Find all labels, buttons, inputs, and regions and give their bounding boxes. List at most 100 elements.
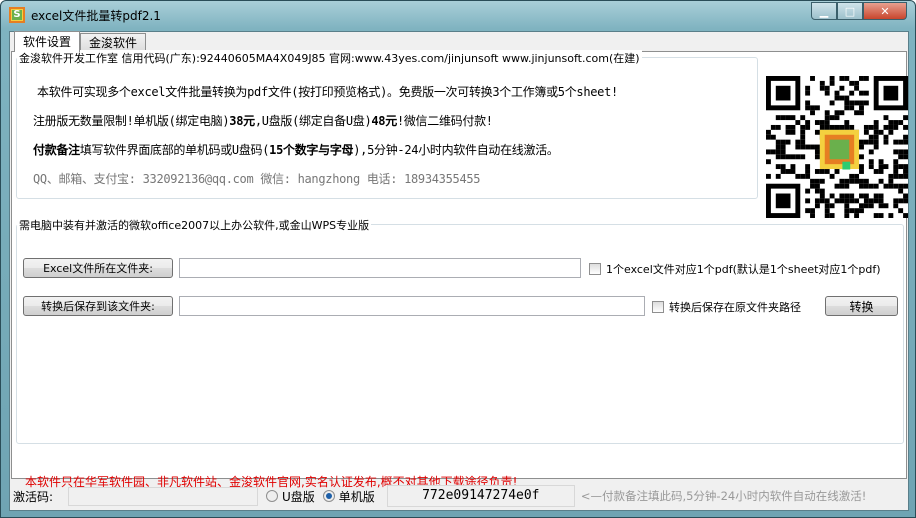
qr-module bbox=[863, 129, 869, 135]
save-original-checkbox[interactable]: 转换后保存在原文件夹路径 bbox=[652, 299, 801, 315]
qr-module bbox=[859, 208, 864, 214]
qr-module bbox=[898, 188, 904, 194]
qr-module bbox=[854, 213, 860, 218]
qr-module bbox=[859, 110, 864, 116]
qr-module bbox=[829, 100, 835, 106]
qr-module bbox=[824, 124, 830, 130]
qr-module bbox=[868, 198, 874, 204]
qr-module bbox=[810, 183, 815, 189]
qr-module bbox=[854, 173, 860, 179]
maximize-button[interactable]: □ bbox=[837, 2, 863, 20]
qr-module bbox=[805, 188, 811, 194]
convert-button[interactable]: 转换 bbox=[825, 296, 898, 316]
qr-module bbox=[834, 90, 840, 96]
qr-module bbox=[863, 193, 869, 199]
close-button[interactable]: ✕ bbox=[863, 2, 907, 20]
qr-module bbox=[878, 193, 884, 199]
qr-module bbox=[829, 203, 835, 209]
qr-module bbox=[805, 198, 811, 204]
qr-module bbox=[785, 139, 791, 145]
qr-module bbox=[775, 139, 781, 145]
save-folder-input[interactable] bbox=[179, 296, 645, 316]
qr-module bbox=[863, 90, 869, 96]
qr-module bbox=[805, 164, 811, 170]
qr-module bbox=[790, 129, 796, 135]
qr-module bbox=[849, 124, 855, 130]
excel-folder-input[interactable] bbox=[179, 258, 581, 278]
qr-module bbox=[849, 90, 855, 96]
qr-module bbox=[903, 198, 908, 204]
qr-module bbox=[819, 124, 825, 130]
qr-module bbox=[829, 80, 835, 86]
qr-module bbox=[888, 183, 894, 189]
qr-module bbox=[854, 110, 860, 116]
qr-module bbox=[883, 124, 889, 130]
qr-module bbox=[814, 198, 820, 204]
qr-module bbox=[775, 85, 791, 101]
qr-module bbox=[766, 134, 771, 140]
qr-module bbox=[844, 95, 850, 101]
qr-module bbox=[868, 159, 874, 165]
save-folder-button[interactable]: 转换后保存到该文件夹: bbox=[23, 296, 173, 316]
requirement-text: 需电脑中装有并激活的微软office2007以上办公软件,或金山WPS专业版 bbox=[17, 217, 372, 233]
qr-module bbox=[868, 164, 874, 170]
qr-module bbox=[780, 154, 786, 160]
qr-module bbox=[824, 90, 830, 96]
radio-button[interactable] bbox=[266, 490, 278, 502]
qr-module bbox=[863, 178, 869, 184]
qr-module bbox=[814, 144, 820, 150]
qr-module bbox=[814, 183, 820, 189]
qr-module bbox=[775, 173, 781, 179]
qr-module bbox=[863, 203, 869, 209]
qr-module bbox=[810, 76, 815, 81]
qr-module bbox=[780, 164, 786, 170]
qr-module bbox=[775, 149, 781, 155]
qr-module bbox=[883, 164, 889, 170]
qr-module bbox=[868, 134, 874, 140]
qr-module bbox=[839, 198, 845, 204]
radio-button[interactable] bbox=[322, 490, 335, 502]
qr-module bbox=[854, 100, 860, 106]
qr-module bbox=[883, 139, 889, 145]
qr-module bbox=[829, 139, 850, 160]
qr-module bbox=[893, 159, 899, 165]
qr-module bbox=[873, 183, 879, 189]
qr-module bbox=[873, 193, 879, 199]
tab-settings[interactable]: 软件设置 bbox=[14, 31, 81, 52]
checkbox-label: 转换后保存在原文件夹路径 bbox=[669, 301, 801, 314]
qr-module bbox=[839, 95, 845, 101]
checkbox-box[interactable] bbox=[589, 263, 601, 275]
qr-module bbox=[888, 124, 894, 130]
qr-module bbox=[780, 169, 786, 174]
qr-module bbox=[854, 198, 860, 204]
qr-module bbox=[839, 193, 845, 199]
qr-module bbox=[805, 124, 811, 130]
qr-module bbox=[819, 169, 825, 174]
qr-module bbox=[795, 120, 801, 125]
qr-module bbox=[898, 139, 904, 145]
qr-module bbox=[893, 164, 899, 170]
usb-version-radio[interactable]: U盘版 bbox=[266, 488, 315, 505]
minimize-button[interactable]: ▁ bbox=[811, 2, 837, 20]
wechat-qr-code bbox=[766, 76, 908, 218]
qr-module bbox=[775, 164, 781, 170]
qr-module bbox=[873, 198, 879, 204]
excel-folder-button[interactable]: Excel文件所在文件夹: bbox=[23, 258, 173, 278]
qr-module bbox=[834, 95, 840, 101]
machine-code-field[interactable]: 772e09147274e0f bbox=[386, 485, 575, 507]
pc-version-radio[interactable]: 单机版 bbox=[322, 488, 375, 505]
contact-text: QQ、邮箱、支付宝: 332092136@qq.com 微信: hangzhon… bbox=[33, 172, 481, 186]
qr-module bbox=[814, 149, 820, 155]
qr-module bbox=[849, 105, 855, 111]
qr-module bbox=[814, 105, 820, 111]
qr-module bbox=[873, 144, 879, 150]
qr-module bbox=[888, 129, 894, 135]
one-per-file-checkbox[interactable]: 1个excel文件对应1个pdf(默认是1个sheet对应1个pdf) bbox=[589, 261, 881, 277]
qr-module bbox=[810, 105, 815, 111]
qr-module bbox=[790, 124, 796, 130]
qr-module bbox=[893, 203, 899, 209]
qr-module bbox=[805, 169, 811, 174]
checkbox-box[interactable] bbox=[652, 301, 664, 313]
qr-module bbox=[868, 139, 874, 145]
activation-code-input[interactable] bbox=[68, 486, 258, 506]
